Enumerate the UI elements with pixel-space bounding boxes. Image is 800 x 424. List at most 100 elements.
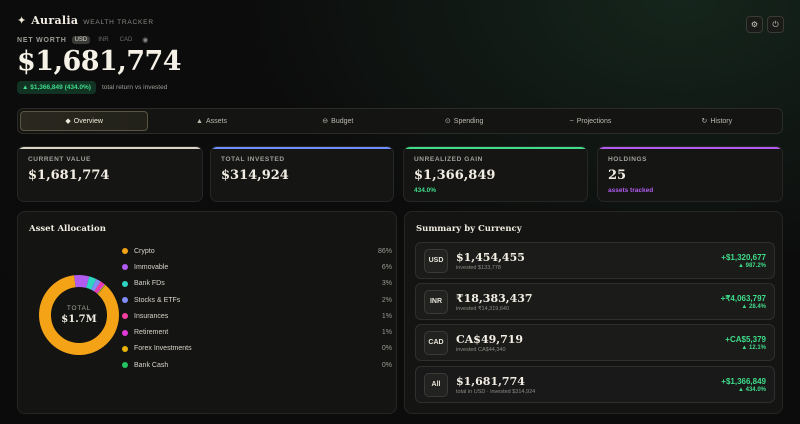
currency-amounts: ₹18,383,437 invested ₹14,319,640 — [456, 292, 721, 312]
legend-label: Stocks & ETFs — [134, 296, 181, 304]
sparkle-icon: ✦ — [17, 15, 27, 27]
stat-unrealized-gain: UNREALIZED GAIN $1,366,849 434.0% — [403, 146, 588, 202]
legend-dot — [122, 248, 128, 255]
legend-item: Stocks & ETFs 2% — [122, 292, 392, 308]
currency-toggle-cad[interactable]: CAD — [117, 36, 136, 44]
legend-percent: 1% — [381, 329, 392, 337]
legend-label: Retirement — [134, 329, 169, 337]
stat-label: HOLDINGS — [608, 156, 648, 163]
currency-code: CAD — [424, 330, 448, 355]
currency-gains: +CA$5,379 ▲ 12.1% — [725, 335, 766, 351]
gain-row: ▲ $1,366,849 (434.0%) total return vs in… — [17, 81, 167, 94]
tab-overview[interactable]: ◆ Overview — [20, 111, 149, 131]
stat-value: $1,366,849 — [414, 168, 496, 183]
allocation-legend: Crypto 86% Immovable 6% Bank FDs 3% Stocks & E… — [122, 243, 392, 373]
tab-budget[interactable]: ⊖ Budget — [275, 111, 401, 131]
legend-dot — [122, 264, 128, 271]
currency-card-inr[interactable]: INR ₹18,383,437 invested ₹14,319,640 +₹4,06… — [415, 283, 775, 320]
stat-holdings: HOLDINGS 25 assets tracked — [597, 146, 783, 202]
currency-toggle-usd[interactable]: USD — [71, 36, 91, 44]
brand-subtitle: WEALTH TRACKER — [83, 19, 154, 26]
brand: ✦ Auralia WEALTH TRACKER — [17, 14, 154, 27]
accent-bar — [404, 147, 587, 149]
accent-bar — [598, 147, 782, 149]
brand-name: Auralia — [31, 14, 79, 27]
currency-invested: invested ₹14,319,640 — [456, 305, 510, 312]
net-worth-value: $1,681,774 — [17, 46, 182, 77]
legend-percent: 0% — [381, 361, 392, 369]
currency-invested: invested $133,778 — [456, 264, 501, 271]
net-worth-label: NET WORTH — [17, 36, 67, 44]
legend-label: Crypto — [134, 247, 155, 255]
currency-amount: CA$49,719 — [456, 332, 524, 346]
tab-spending[interactable]: ⊙ Spending — [401, 111, 527, 131]
legend-percent: 3% — [381, 280, 392, 288]
currency-gain-percent: ▲ 28.4% — [741, 303, 766, 310]
asset-allocation-panel: Asset Allocation TOTAL $1.7M Crypto 86% Im… — [17, 211, 397, 414]
currency-card-usd[interactable]: USD $1,454,455 invested $133,778 +$1,320,67… — [415, 242, 775, 279]
tab-projections[interactable]: ~ Projections — [527, 111, 653, 131]
eye-icon[interactable]: ◉ — [142, 36, 148, 44]
legend-dot — [122, 297, 128, 304]
triangle-icon: ▲ — [196, 117, 203, 125]
legend-item: Bank Cash 0% — [122, 357, 392, 373]
allocation-donut: TOTAL $1.7M — [34, 270, 124, 360]
legend-item: Forex Investments 0% — [122, 341, 392, 357]
diamond-icon: ◆ — [65, 118, 71, 125]
top-actions: ⚙ ⏻ — [746, 16, 784, 33]
currency-toggle-inr[interactable]: INR — [95, 36, 111, 44]
legend-item: Crypto 86% — [122, 243, 392, 259]
accent-bar — [18, 147, 202, 149]
stat-value: 25 — [608, 168, 627, 183]
legend-percent: 6% — [381, 263, 392, 271]
power-icon[interactable]: ⏻ — [767, 16, 784, 33]
stat-label: TOTAL INVESTED — [221, 156, 285, 163]
stat-sub: 434.0% — [414, 187, 437, 194]
currency-amounts: CA$49,719 invested CA$44,340 — [456, 333, 725, 353]
legend-item: Retirement 1% — [122, 324, 392, 340]
panel-title: Asset Allocation — [29, 224, 106, 234]
tab-label: Assets — [205, 117, 227, 125]
tab-label: Budget — [331, 117, 354, 125]
legend-item: Insurances 1% — [122, 308, 392, 324]
legend-label: Forex Investments — [134, 345, 192, 353]
gear-icon[interactable]: ⚙ — [746, 16, 763, 33]
net-worth-header: NET WORTH USD INR CAD ◉ — [17, 36, 148, 44]
donut-total-label: TOTAL — [66, 305, 92, 312]
currency-card-cad[interactable]: CAD CA$49,719 invested CA$44,340 +CA$5,379 ▲… — [415, 324, 775, 361]
total-gain-badge: ▲ $1,366,849 (434.0%) — [17, 81, 96, 94]
donut-center: TOTAL $1.7M — [34, 270, 124, 360]
tab-label: Overview — [73, 117, 103, 125]
stat-total-invested: TOTAL INVESTED $314,924 — [210, 146, 394, 202]
trend-icon: ~ — [569, 117, 574, 125]
legend-dot — [122, 362, 128, 369]
legend-percent: 86% — [377, 247, 392, 255]
legend-dot — [122, 313, 128, 320]
tab-assets[interactable]: ▲ Assets — [148, 111, 274, 131]
currency-amounts: $1,681,774 total in USD · invested $314,9… — [456, 375, 721, 395]
currency-gain: +$1,366,849 — [721, 376, 766, 386]
tab-label: Projections — [576, 117, 612, 125]
currency-gains: +$1,366,849 ▲ 434.0% — [721, 377, 766, 393]
tab-label: History — [710, 117, 733, 125]
currency-card-all[interactable]: All $1,681,774 total in USD · invested $31… — [415, 366, 775, 403]
currency-gain: +CA$5,379 — [725, 334, 766, 344]
legend-item: Immovable 6% — [122, 259, 392, 275]
stat-sub: assets tracked — [608, 187, 654, 194]
currency-code: All — [424, 372, 448, 397]
stat-value: $314,924 — [221, 168, 289, 183]
legend-label: Bank FDs — [134, 280, 165, 288]
currency-amount: ₹18,383,437 — [456, 291, 533, 305]
legend-label: Immovable — [134, 263, 169, 271]
currency-gain-percent: ▲ 12.1% — [741, 344, 766, 351]
currency-gain-percent: ▲ 434.0% — [738, 386, 766, 393]
legend-percent: 1% — [381, 312, 392, 320]
stat-label: UNREALIZED GAIN — [414, 156, 483, 163]
stat-value: $1,681,774 — [28, 168, 110, 183]
currency-amounts: $1,454,455 invested $133,778 — [456, 251, 721, 271]
currency-code: INR — [424, 289, 448, 314]
currency-gains: +$1,320,677 ▲ 987.2% — [721, 253, 766, 269]
legend-dot — [122, 280, 128, 287]
tab-history[interactable]: ↻ History — [654, 111, 780, 131]
legend-dot — [122, 329, 128, 336]
